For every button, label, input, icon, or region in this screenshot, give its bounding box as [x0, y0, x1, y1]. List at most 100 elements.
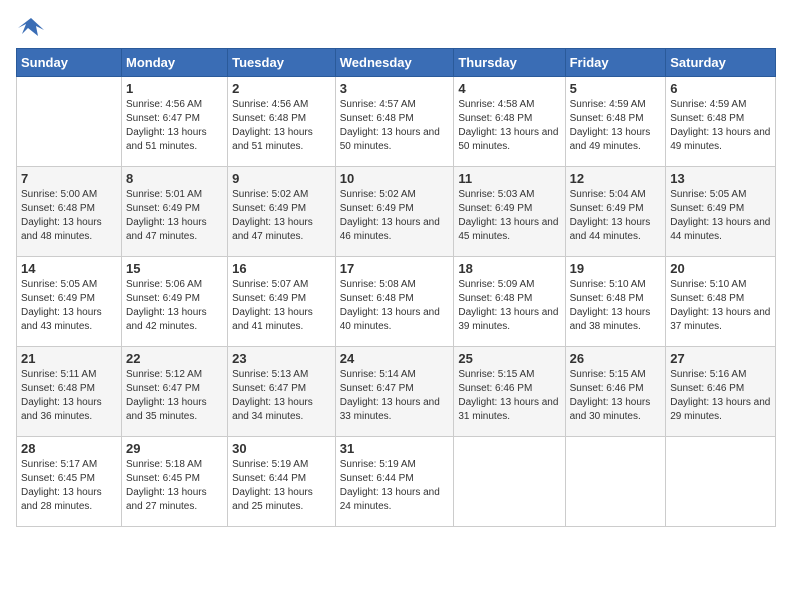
calendar-header: SundayMondayTuesdayWednesdayThursdayFrid…: [17, 49, 776, 77]
day-cell: 31 Sunrise: 5:19 AMSunset: 6:44 PMDaylig…: [335, 437, 454, 527]
day-info: Sunrise: 5:01 AMSunset: 6:49 PMDaylight:…: [126, 188, 223, 244]
day-cell: 16 Sunrise: 5:07 AMSunset: 6:49 PMDaylig…: [228, 257, 336, 347]
day-cell: 9 Sunrise: 5:02 AMSunset: 6:49 PMDayligh…: [228, 167, 336, 257]
week-row-3: 14 Sunrise: 5:05 AMSunset: 6:49 PMDaylig…: [17, 257, 776, 347]
day-cell: 29 Sunrise: 5:18 AMSunset: 6:45 PMDaylig…: [121, 437, 227, 527]
day-number: 7: [21, 171, 117, 186]
day-cell: 17 Sunrise: 5:08 AMSunset: 6:48 PMDaylig…: [335, 257, 454, 347]
day-number: 9: [232, 171, 331, 186]
header-cell-monday: Monday: [121, 49, 227, 77]
day-info: Sunrise: 5:07 AMSunset: 6:49 PMDaylight:…: [232, 278, 331, 334]
day-cell: 5 Sunrise: 4:59 AMSunset: 6:48 PMDayligh…: [565, 77, 666, 167]
week-row-4: 21 Sunrise: 5:11 AMSunset: 6:48 PMDaylig…: [17, 347, 776, 437]
day-info: Sunrise: 5:10 AMSunset: 6:48 PMDaylight:…: [670, 278, 771, 334]
day-cell: 25 Sunrise: 5:15 AMSunset: 6:46 PMDaylig…: [454, 347, 565, 437]
day-info: Sunrise: 5:02 AMSunset: 6:49 PMDaylight:…: [340, 188, 450, 244]
day-info: Sunrise: 5:11 AMSunset: 6:48 PMDaylight:…: [21, 368, 117, 424]
day-cell: 21 Sunrise: 5:11 AMSunset: 6:48 PMDaylig…: [17, 347, 122, 437]
day-cell: 24 Sunrise: 5:14 AMSunset: 6:47 PMDaylig…: [335, 347, 454, 437]
day-info: Sunrise: 5:12 AMSunset: 6:47 PMDaylight:…: [126, 368, 223, 424]
day-info: Sunrise: 5:05 AMSunset: 6:49 PMDaylight:…: [21, 278, 117, 334]
day-number: 13: [670, 171, 771, 186]
day-cell: 6 Sunrise: 4:59 AMSunset: 6:48 PMDayligh…: [666, 77, 776, 167]
day-info: Sunrise: 5:09 AMSunset: 6:48 PMDaylight:…: [458, 278, 560, 334]
day-cell: 11 Sunrise: 5:03 AMSunset: 6:49 PMDaylig…: [454, 167, 565, 257]
day-number: 15: [126, 261, 223, 276]
header-cell-sunday: Sunday: [17, 49, 122, 77]
day-cell: 7 Sunrise: 5:00 AMSunset: 6:48 PMDayligh…: [17, 167, 122, 257]
day-info: Sunrise: 5:14 AMSunset: 6:47 PMDaylight:…: [340, 368, 450, 424]
day-number: 24: [340, 351, 450, 366]
day-number: 11: [458, 171, 560, 186]
day-cell: 14 Sunrise: 5:05 AMSunset: 6:49 PMDaylig…: [17, 257, 122, 347]
day-cell: 27 Sunrise: 5:16 AMSunset: 6:46 PMDaylig…: [666, 347, 776, 437]
day-number: 16: [232, 261, 331, 276]
day-number: 25: [458, 351, 560, 366]
day-cell: 15 Sunrise: 5:06 AMSunset: 6:49 PMDaylig…: [121, 257, 227, 347]
day-number: 30: [232, 441, 331, 456]
day-number: 4: [458, 81, 560, 96]
day-cell: 1 Sunrise: 4:56 AMSunset: 6:47 PMDayligh…: [121, 77, 227, 167]
day-number: 3: [340, 81, 450, 96]
day-info: Sunrise: 5:03 AMSunset: 6:49 PMDaylight:…: [458, 188, 560, 244]
day-cell: 3 Sunrise: 4:57 AMSunset: 6:48 PMDayligh…: [335, 77, 454, 167]
day-cell: 18 Sunrise: 5:09 AMSunset: 6:48 PMDaylig…: [454, 257, 565, 347]
day-info: Sunrise: 5:13 AMSunset: 6:47 PMDaylight:…: [232, 368, 331, 424]
day-info: Sunrise: 4:59 AMSunset: 6:48 PMDaylight:…: [570, 98, 662, 154]
day-number: 10: [340, 171, 450, 186]
day-cell: [565, 437, 666, 527]
day-number: 27: [670, 351, 771, 366]
day-number: 31: [340, 441, 450, 456]
day-cell: 20 Sunrise: 5:10 AMSunset: 6:48 PMDaylig…: [666, 257, 776, 347]
day-info: Sunrise: 5:19 AMSunset: 6:44 PMDaylight:…: [232, 458, 331, 514]
day-number: 1: [126, 81, 223, 96]
day-cell: 22 Sunrise: 5:12 AMSunset: 6:47 PMDaylig…: [121, 347, 227, 437]
day-info: Sunrise: 4:56 AMSunset: 6:47 PMDaylight:…: [126, 98, 223, 154]
logo: [16, 16, 50, 40]
day-number: 5: [570, 81, 662, 96]
logo-bird-icon: [16, 16, 46, 40]
day-number: 8: [126, 171, 223, 186]
day-info: Sunrise: 5:06 AMSunset: 6:49 PMDaylight:…: [126, 278, 223, 334]
header-cell-thursday: Thursday: [454, 49, 565, 77]
day-cell: 10 Sunrise: 5:02 AMSunset: 6:49 PMDaylig…: [335, 167, 454, 257]
header-cell-tuesday: Tuesday: [228, 49, 336, 77]
header-cell-friday: Friday: [565, 49, 666, 77]
day-cell: 30 Sunrise: 5:19 AMSunset: 6:44 PMDaylig…: [228, 437, 336, 527]
day-number: 28: [21, 441, 117, 456]
day-number: 12: [570, 171, 662, 186]
day-number: 2: [232, 81, 331, 96]
day-info: Sunrise: 5:10 AMSunset: 6:48 PMDaylight:…: [570, 278, 662, 334]
day-info: Sunrise: 5:00 AMSunset: 6:48 PMDaylight:…: [21, 188, 117, 244]
day-cell: [454, 437, 565, 527]
calendar-body: 1 Sunrise: 4:56 AMSunset: 6:47 PMDayligh…: [17, 77, 776, 527]
day-number: 19: [570, 261, 662, 276]
day-cell: 19 Sunrise: 5:10 AMSunset: 6:48 PMDaylig…: [565, 257, 666, 347]
day-info: Sunrise: 5:08 AMSunset: 6:48 PMDaylight:…: [340, 278, 450, 334]
day-info: Sunrise: 5:18 AMSunset: 6:45 PMDaylight:…: [126, 458, 223, 514]
day-cell: 4 Sunrise: 4:58 AMSunset: 6:48 PMDayligh…: [454, 77, 565, 167]
day-number: 21: [21, 351, 117, 366]
day-number: 26: [570, 351, 662, 366]
day-cell: 28 Sunrise: 5:17 AMSunset: 6:45 PMDaylig…: [17, 437, 122, 527]
day-number: 29: [126, 441, 223, 456]
day-info: Sunrise: 4:57 AMSunset: 6:48 PMDaylight:…: [340, 98, 450, 154]
day-number: 14: [21, 261, 117, 276]
day-cell: 2 Sunrise: 4:56 AMSunset: 6:48 PMDayligh…: [228, 77, 336, 167]
week-row-2: 7 Sunrise: 5:00 AMSunset: 6:48 PMDayligh…: [17, 167, 776, 257]
day-info: Sunrise: 4:56 AMSunset: 6:48 PMDaylight:…: [232, 98, 331, 154]
day-cell: 13 Sunrise: 5:05 AMSunset: 6:49 PMDaylig…: [666, 167, 776, 257]
day-cell: 26 Sunrise: 5:15 AMSunset: 6:46 PMDaylig…: [565, 347, 666, 437]
day-info: Sunrise: 5:16 AMSunset: 6:46 PMDaylight:…: [670, 368, 771, 424]
week-row-1: 1 Sunrise: 4:56 AMSunset: 6:47 PMDayligh…: [17, 77, 776, 167]
day-cell: 12 Sunrise: 5:04 AMSunset: 6:49 PMDaylig…: [565, 167, 666, 257]
day-cell: 23 Sunrise: 5:13 AMSunset: 6:47 PMDaylig…: [228, 347, 336, 437]
day-info: Sunrise: 5:05 AMSunset: 6:49 PMDaylight:…: [670, 188, 771, 244]
day-cell: 8 Sunrise: 5:01 AMSunset: 6:49 PMDayligh…: [121, 167, 227, 257]
day-info: Sunrise: 5:19 AMSunset: 6:44 PMDaylight:…: [340, 458, 450, 514]
day-info: Sunrise: 5:04 AMSunset: 6:49 PMDaylight:…: [570, 188, 662, 244]
day-info: Sunrise: 5:17 AMSunset: 6:45 PMDaylight:…: [21, 458, 117, 514]
header-row: SundayMondayTuesdayWednesdayThursdayFrid…: [17, 49, 776, 77]
week-row-5: 28 Sunrise: 5:17 AMSunset: 6:45 PMDaylig…: [17, 437, 776, 527]
page-header: [16, 16, 776, 40]
